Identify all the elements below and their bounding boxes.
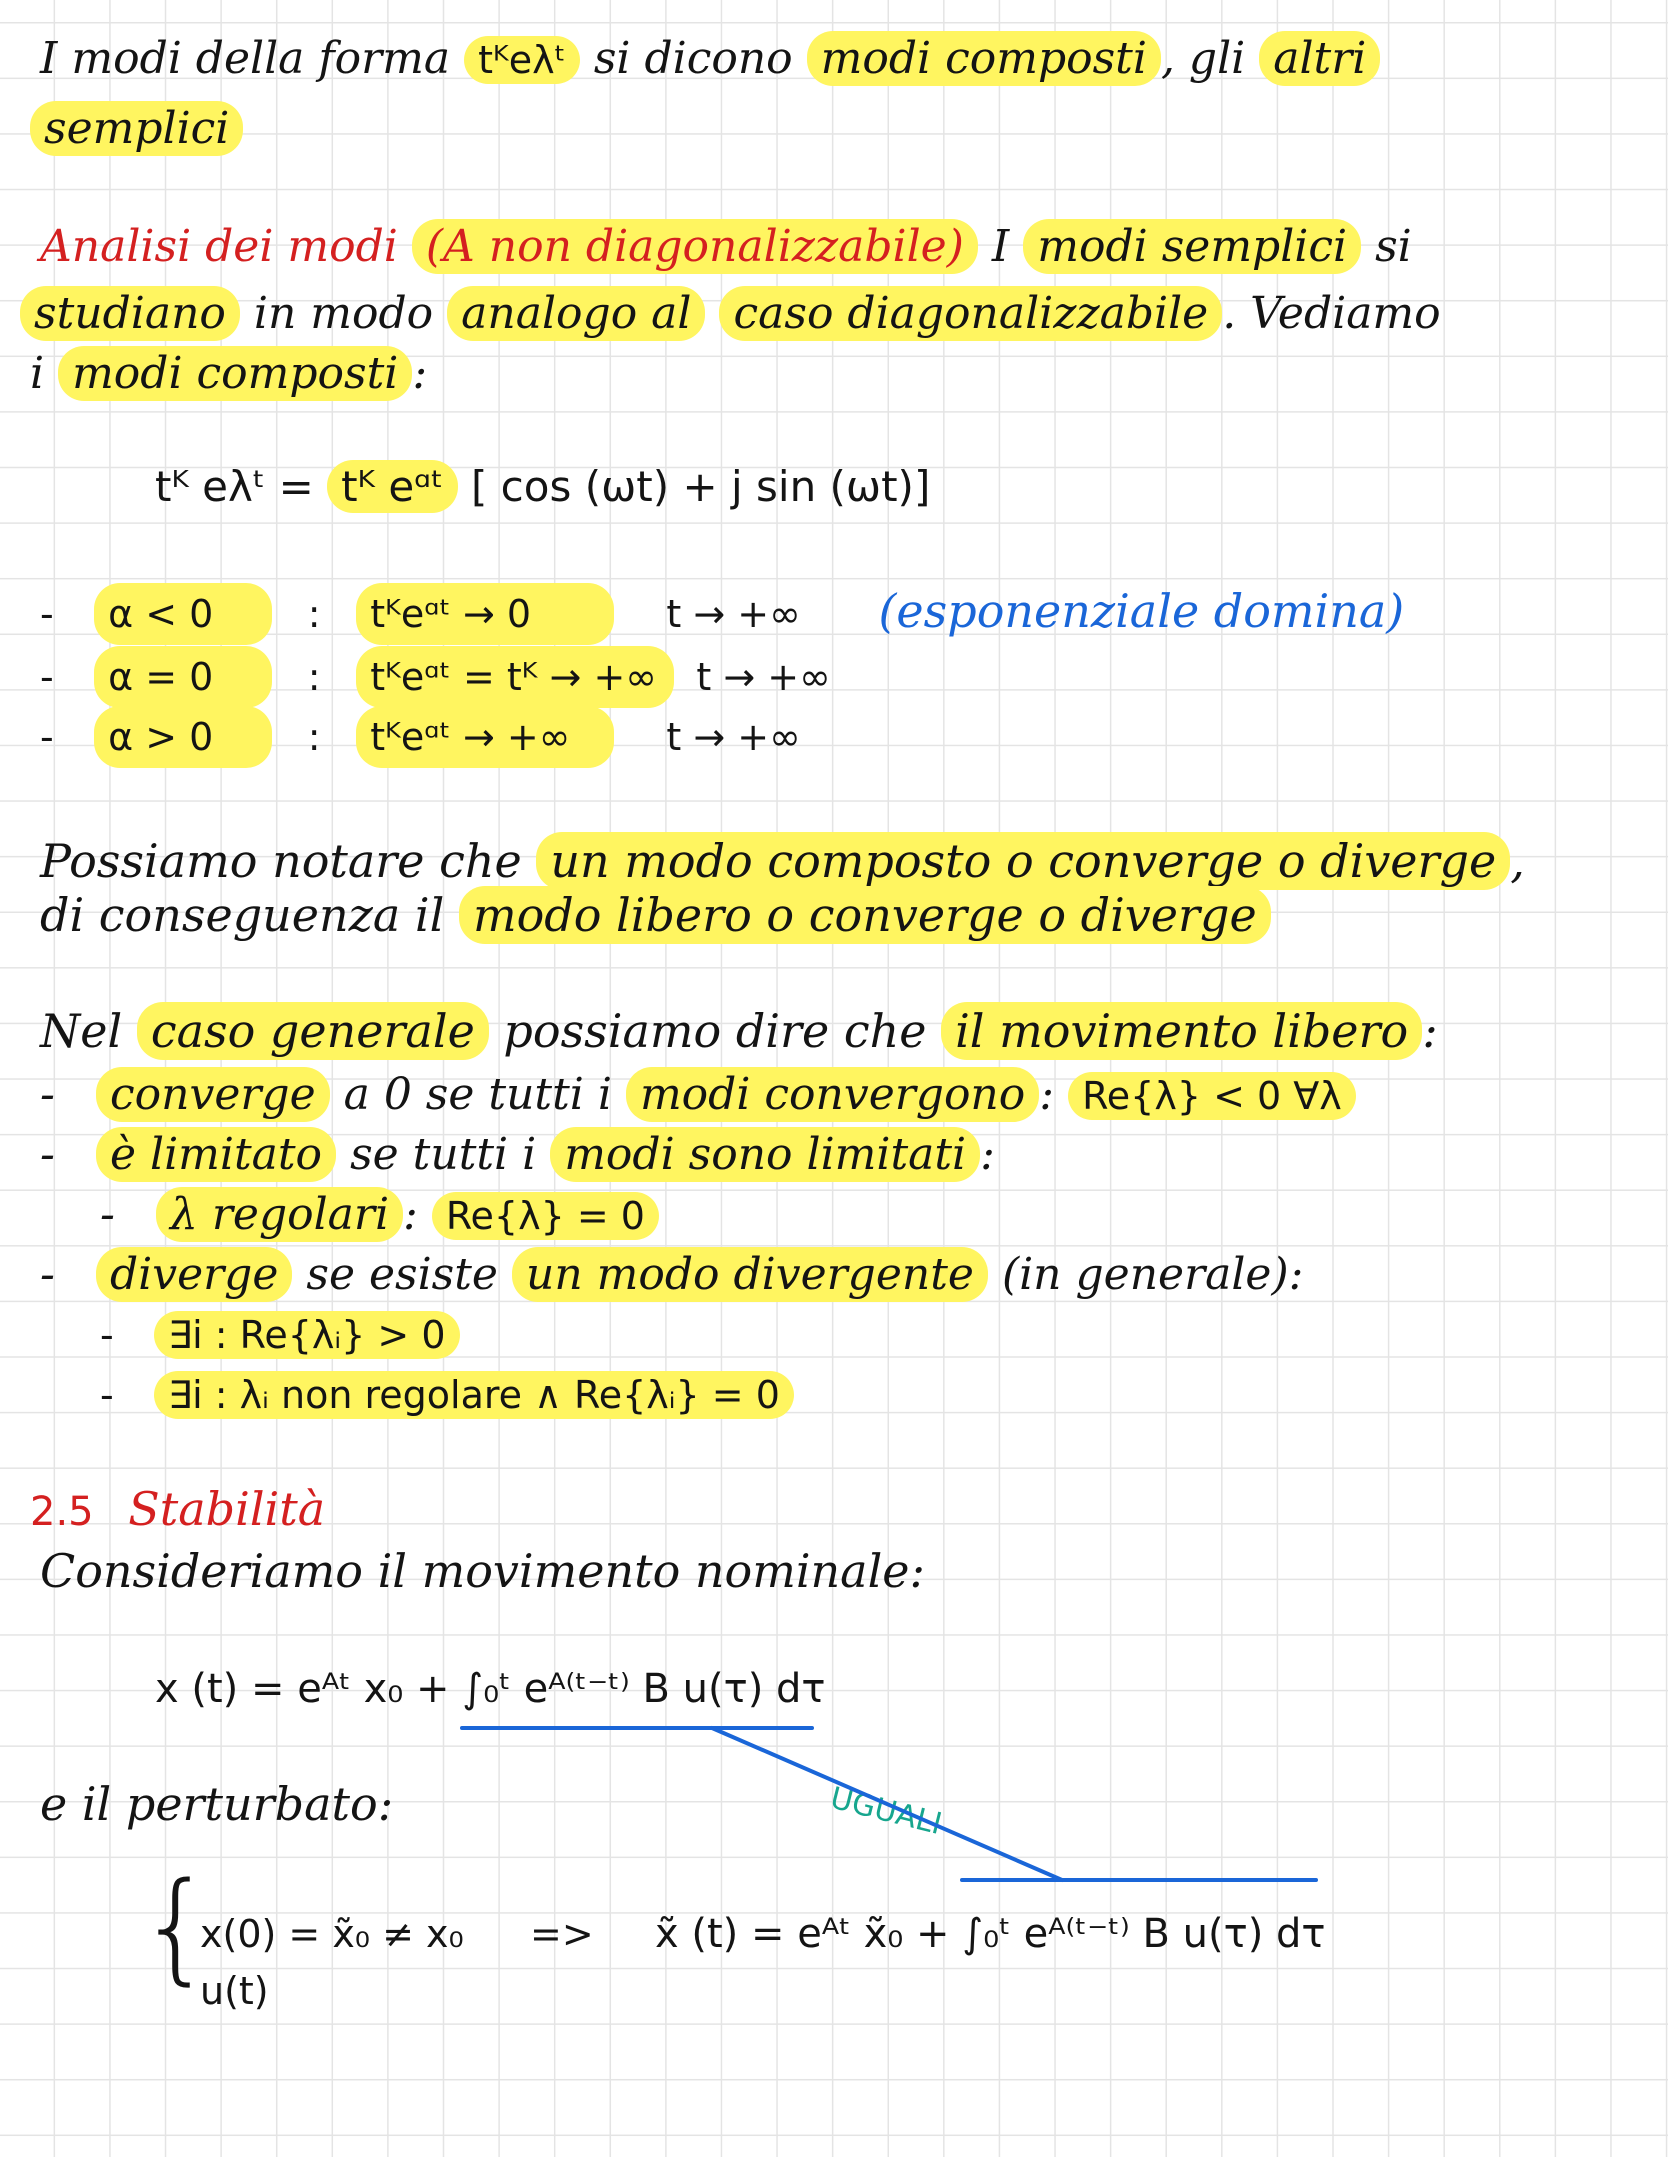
connector-lines xyxy=(460,1726,1318,1882)
connector-diagonal xyxy=(710,1726,1064,1882)
handwritten-note-page: I modi della forma tᴷeλᵗ si dicono modi … xyxy=(0,0,1668,2157)
